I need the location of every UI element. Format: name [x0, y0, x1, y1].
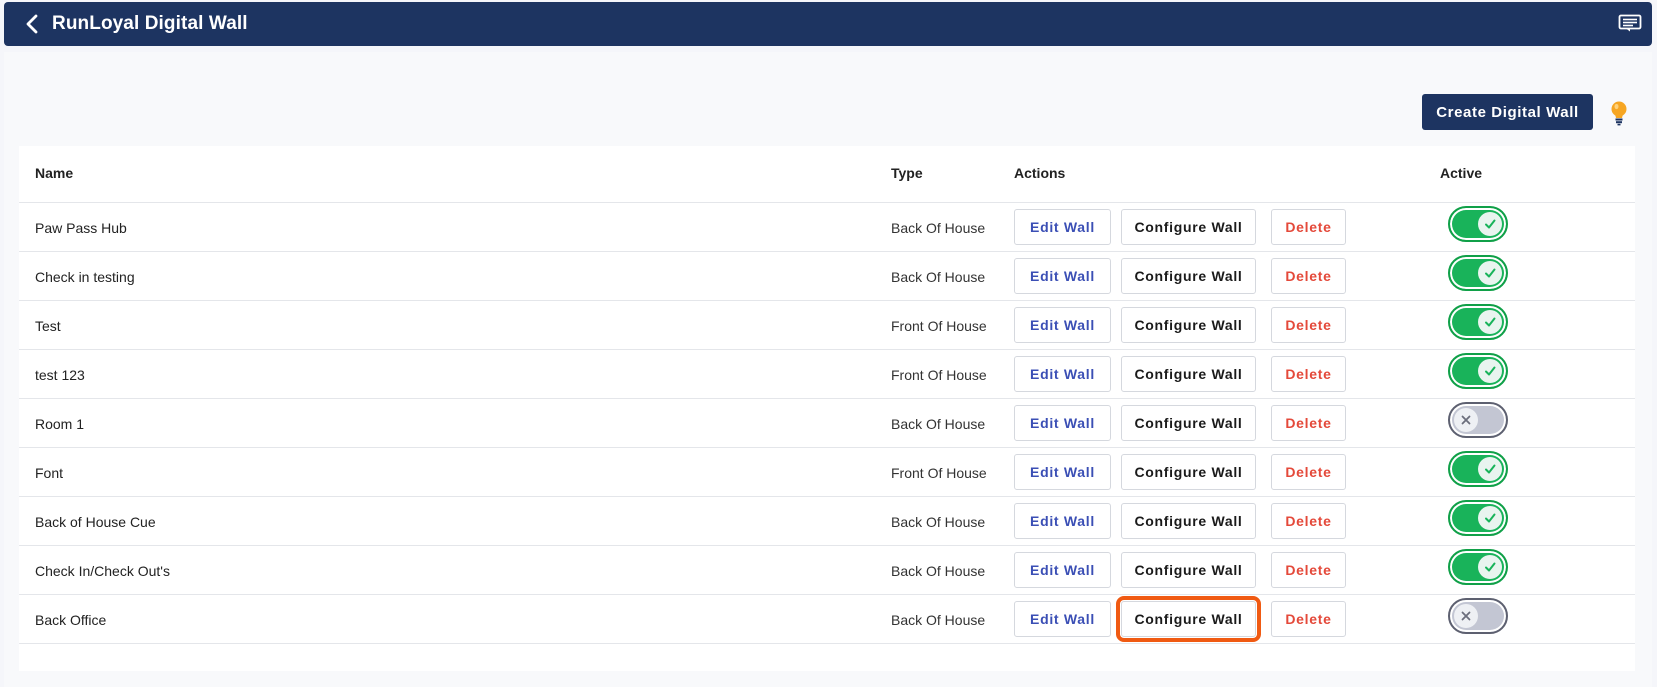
row-type: Back Of House [891, 269, 986, 285]
configure-wall-button[interactable]: Configure Wall [1121, 258, 1256, 294]
configure-wall-button[interactable]: Configure Wall [1116, 596, 1261, 642]
configure-wall-button[interactable]: Configure Wall [1121, 405, 1256, 441]
table-row: Paw Pass Hub Back Of House Edit Wall Config… [19, 203, 1635, 252]
back-button[interactable] [22, 12, 42, 36]
delete-button[interactable]: Delete [1271, 601, 1346, 637]
row-name: Check in testing [35, 269, 135, 285]
configure-wall-button[interactable]: Configure Wall [1121, 356, 1256, 392]
table-row: Back of House Cue Back Of House Edit Wall C… [19, 497, 1635, 546]
check-icon [1478, 555, 1502, 579]
table-row: Back Office Back Of House Edit Wall Configu… [19, 595, 1635, 644]
configure-wall-button[interactable]: Configure Wall [1121, 209, 1256, 245]
active-toggle[interactable] [1448, 206, 1508, 242]
table-row: Check In/Check Out's Back Of House Edit Wa… [19, 546, 1635, 595]
edit-wall-button[interactable]: Edit Wall [1014, 356, 1111, 392]
delete-button[interactable]: Delete [1271, 209, 1346, 245]
chat-menu-icon [1618, 14, 1642, 32]
check-icon [1478, 457, 1502, 481]
active-toggle[interactable] [1448, 402, 1508, 438]
row-type: Back Of House [891, 220, 986, 236]
column-header-actions: Actions [1014, 165, 1066, 181]
row-type: Back Of House [891, 514, 986, 530]
active-toggle[interactable] [1448, 549, 1508, 585]
delete-button[interactable]: Delete [1271, 307, 1346, 343]
row-name: test 123 [35, 367, 85, 383]
active-toggle[interactable] [1448, 451, 1508, 487]
configure-wall-button[interactable]: Configure Wall [1121, 552, 1256, 588]
row-name: Back of House Cue [35, 514, 156, 530]
edit-wall-button[interactable]: Edit Wall [1014, 552, 1111, 588]
delete-button[interactable]: Delete [1271, 503, 1346, 539]
column-header-name: Name [35, 165, 74, 181]
row-type: Back Of House [891, 563, 986, 579]
configure-wall-button[interactable]: Configure Wall [1121, 454, 1256, 490]
edit-wall-button[interactable]: Edit Wall [1014, 503, 1111, 539]
check-icon [1478, 261, 1502, 285]
row-name: Paw Pass Hub [35, 220, 127, 236]
edit-wall-button[interactable]: Edit Wall [1014, 405, 1111, 441]
delete-button[interactable]: Delete [1271, 405, 1346, 441]
delete-button[interactable]: Delete [1271, 258, 1346, 294]
table-row: Room 1 Back Of House Edit Wall Configure Wa… [19, 399, 1635, 448]
row-type: Front Of House [891, 318, 987, 334]
table-row: Test Front Of House Edit Wall Configure Wal… [19, 301, 1635, 350]
row-type: Front Of House [891, 465, 987, 481]
page-title: RunLoyal Digital Wall [52, 13, 248, 34]
row-type: Back Of House [891, 416, 986, 432]
check-icon [1478, 359, 1502, 383]
configure-wall-button[interactable]: Configure Wall [1121, 503, 1256, 539]
active-toggle[interactable] [1448, 353, 1508, 389]
check-icon [1478, 506, 1502, 530]
close-icon [1454, 408, 1478, 432]
row-name: Room 1 [35, 416, 85, 432]
app-header: RunLoyal Digital Wall [4, 2, 1652, 46]
row-name: Test [35, 318, 61, 334]
active-toggle[interactable] [1448, 304, 1508, 340]
close-icon [1454, 604, 1478, 628]
edit-wall-button[interactable]: Edit Wall [1014, 209, 1111, 245]
table-row: test 123 Front Of House Edit Wall Configure… [19, 350, 1635, 399]
delete-button[interactable]: Delete [1271, 454, 1346, 490]
column-header-active: Active [1440, 165, 1483, 181]
chevron-left-icon [26, 14, 38, 34]
row-name: Check In/Check Out's [35, 563, 170, 579]
create-digital-wall-button[interactable]: Create Digital Wall [1422, 94, 1593, 130]
table-row: Check in testing Back Of House Edit Wall Co… [19, 252, 1635, 301]
table-header: Name Type Actions Active [19, 146, 1635, 203]
check-icon [1478, 212, 1502, 236]
check-icon [1478, 310, 1502, 334]
column-header-type: Type [891, 165, 923, 181]
edit-wall-button[interactable]: Edit Wall [1014, 454, 1111, 490]
edit-wall-button[interactable]: Edit Wall [1014, 258, 1111, 294]
active-toggle[interactable] [1448, 255, 1508, 291]
edit-wall-button[interactable]: Edit Wall [1014, 601, 1111, 637]
table-row: Font Front Of House Edit Wall Configure Wal… [19, 448, 1635, 497]
row-type: Front Of House [891, 367, 987, 383]
configure-wall-button[interactable]: Configure Wall [1121, 307, 1256, 343]
edit-wall-button[interactable]: Edit Wall [1014, 307, 1111, 343]
active-toggle[interactable] [1448, 598, 1508, 634]
row-type: Back Of House [891, 612, 986, 628]
row-name: Font [35, 465, 64, 481]
delete-button[interactable]: Delete [1271, 356, 1346, 392]
menu-button[interactable] [1618, 14, 1644, 34]
row-name: Back Office [35, 612, 107, 628]
lightbulb-icon[interactable] [1608, 100, 1630, 126]
digital-walls-table: Name Type Actions Active Paw Pass Hub Bac… [19, 146, 1635, 671]
delete-button[interactable]: Delete [1271, 552, 1346, 588]
active-toggle[interactable] [1448, 500, 1508, 536]
